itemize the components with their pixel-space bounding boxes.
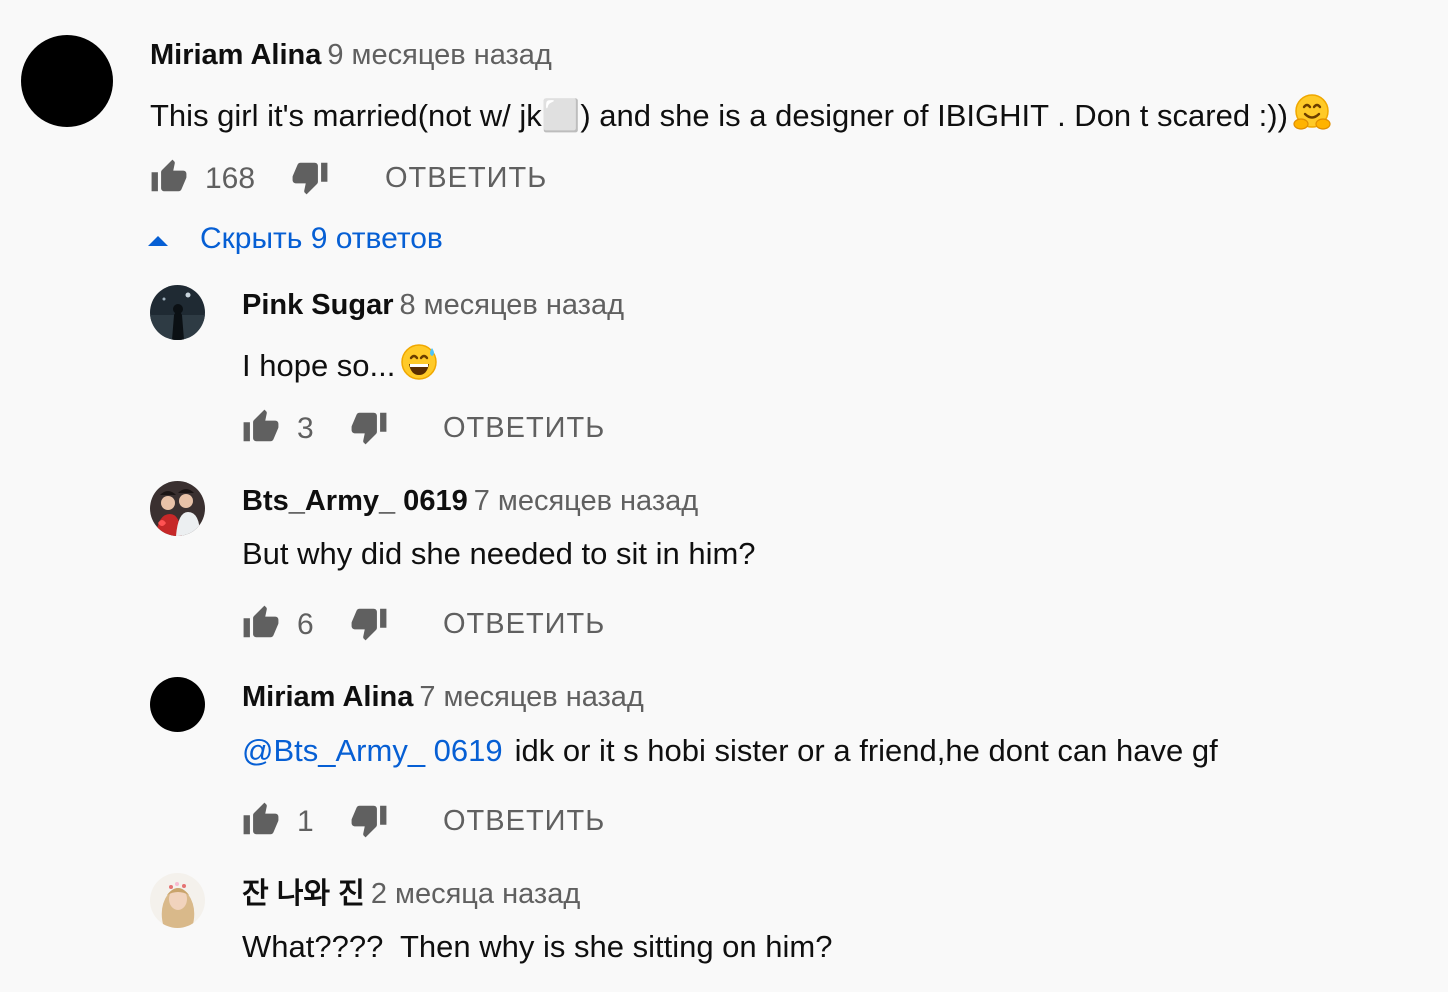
like-count: 1	[297, 805, 314, 838]
reply-button[interactable]: ОТВЕТИТЬ	[443, 412, 605, 445]
comment-text-body: I hope so...	[242, 348, 396, 383]
comment-time[interactable]: 7 месяцев назад	[419, 681, 644, 713]
thumb-up-icon[interactable]	[150, 158, 188, 196]
comment-time[interactable]: 7 месяцев назад	[474, 485, 699, 517]
hugging-face-emoji	[1292, 92, 1332, 137]
thumb-down-icon[interactable]	[350, 801, 388, 839]
author-name[interactable]: Bts_Army_ 0619	[242, 485, 468, 517]
comment-text: I hope so...	[242, 342, 439, 387]
like-count: 6	[297, 608, 314, 641]
comment-header: Pink Sugar 8 месяцев назад	[242, 291, 624, 320]
comment-text-body: idk or it s hobi sister or a friend,he d…	[514, 733, 1218, 768]
comment-text-body: This girl it's married(not w/ jk⬜) and s…	[150, 98, 1288, 133]
reply-button[interactable]: ОТВЕТИТЬ	[385, 162, 547, 195]
comment-header: Miriam Alina 7 месяцев назад	[242, 683, 644, 712]
like-count: 168	[205, 162, 256, 195]
author-name[interactable]: 잔 나와 진	[242, 878, 365, 910]
comment-header: Miriam Alina 9 месяцев назад	[150, 41, 552, 70]
author-name[interactable]: Miriam Alina	[242, 681, 413, 713]
like-count: 3	[297, 412, 314, 445]
comment-time[interactable]: 2 месяца назад	[371, 878, 580, 910]
avatar[interactable]	[150, 481, 205, 536]
comment-actions: 3 ОТВЕТИТЬ	[242, 408, 642, 448]
comment-text: This girl it's married(not w/ jk⬜) and s…	[150, 92, 1332, 137]
avatar[interactable]	[150, 285, 205, 340]
caret-up-icon	[148, 236, 168, 246]
thumb-up-icon[interactable]	[242, 801, 280, 839]
thumb-up-icon[interactable]	[242, 408, 280, 446]
comment-actions: 6 ОТВЕТИТЬ	[242, 604, 642, 644]
hide-replies-label: Скрыть 9 ответов	[200, 222, 443, 255]
comment-actions: 168 ОТВЕТИТЬ	[150, 158, 570, 198]
thumb-down-icon[interactable]	[291, 158, 329, 196]
avatar[interactable]	[150, 677, 205, 732]
thumb-down-icon[interactable]	[350, 604, 388, 642]
mention-link[interactable]: @Bts_Army_ 0619	[242, 733, 503, 768]
thumb-up-icon[interactable]	[242, 604, 280, 642]
reply-button[interactable]: ОТВЕТИТЬ	[443, 608, 605, 641]
reply-button[interactable]: ОТВЕТИТЬ	[443, 805, 605, 838]
avatar[interactable]	[21, 35, 113, 127]
thumb-down-icon[interactable]	[350, 408, 388, 446]
author-name[interactable]: Pink Sugar	[242, 289, 394, 321]
comment-text: But why did she needed to sit in him?	[242, 536, 756, 571]
comment-header: Bts_Army_ 0619 7 месяцев назад	[242, 487, 698, 516]
author-name[interactable]: Miriam Alina	[150, 39, 321, 71]
comment-time[interactable]: 8 месяцев назад	[400, 289, 625, 321]
avatar[interactable]	[150, 873, 205, 928]
comment-time[interactable]: 9 месяцев назад	[327, 39, 552, 71]
grinning-sweat-emoji	[399, 342, 439, 387]
comment-text: What???? Then why is she sitting on him?	[242, 929, 833, 964]
comment-text: @Bts_Army_ 0619 idk or it s hobi sister o…	[242, 735, 1218, 766]
comment-header: 잔 나와 진2 месяца назад	[242, 880, 580, 909]
comment-actions: 1 ОТВЕТИТЬ	[242, 801, 642, 841]
